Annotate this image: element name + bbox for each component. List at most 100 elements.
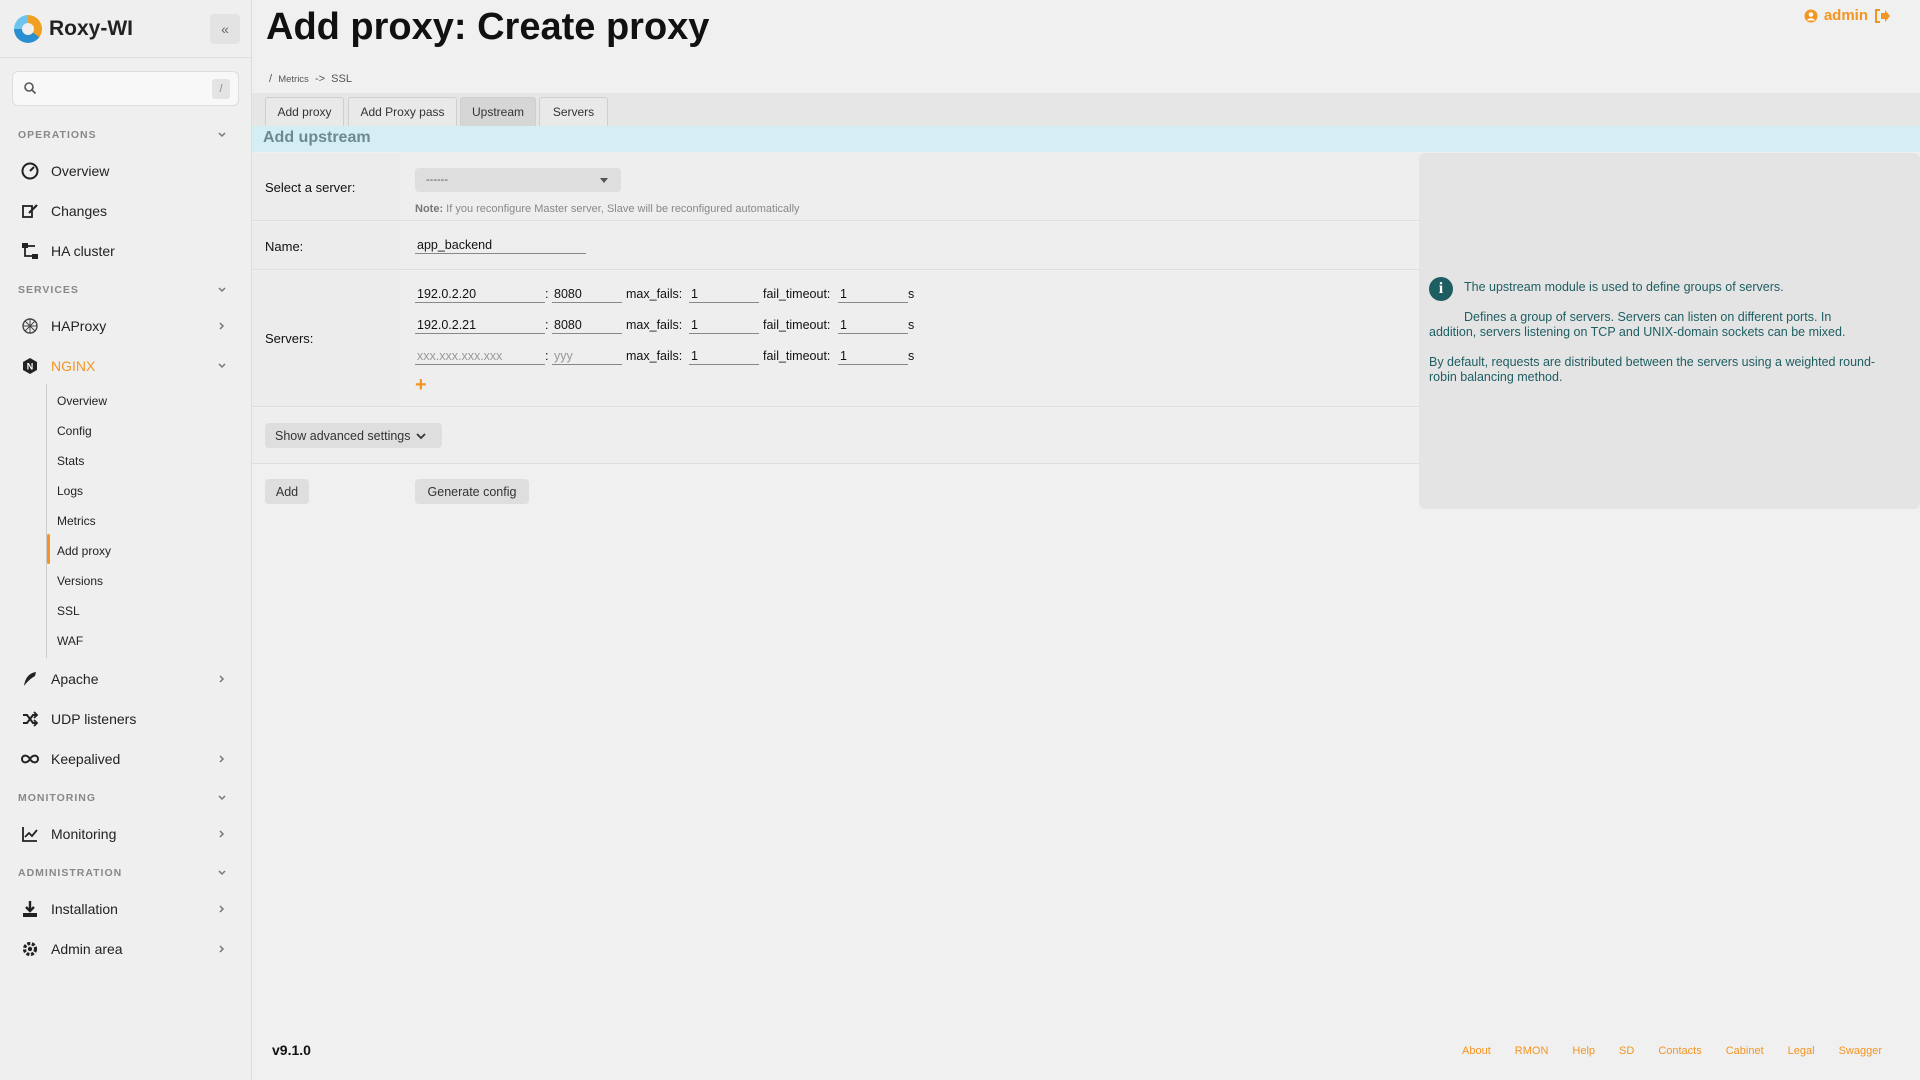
- sidebar-item-label: Apache: [51, 671, 99, 687]
- section-administration[interactable]: ADMINISTRATION: [18, 867, 122, 879]
- active-indicator: [47, 534, 50, 564]
- chevron-right-icon: [219, 830, 225, 838]
- search-icon: [24, 82, 37, 95]
- search-box: /: [12, 71, 239, 106]
- info-para1-b: addition, servers listening on TCP and U…: [1429, 325, 1846, 339]
- fail-timeout-input[interactable]: [838, 347, 908, 365]
- chevron-right-icon: [219, 755, 225, 763]
- reconfigure-note: Note: If you reconfigure Master server, …: [415, 203, 800, 215]
- fail-timeout-label: fail_timeout:: [763, 287, 831, 301]
- server-port-input[interactable]: [552, 285, 622, 303]
- caret-down-icon: [600, 178, 608, 183]
- sidebar-item-label: Admin area: [51, 941, 123, 957]
- footer-link-sd[interactable]: SD: [1619, 1045, 1634, 1057]
- section-monitoring[interactable]: MONITORING: [18, 792, 96, 804]
- search-shortcut-key: /: [212, 79, 230, 99]
- download-icon: [20, 899, 40, 919]
- footer-link-legal[interactable]: Legal: [1788, 1045, 1815, 1057]
- collapse-sidebar-button[interactable]: «: [210, 14, 240, 44]
- chevron-right-icon: [219, 945, 225, 953]
- chevron-down-icon[interactable]: [216, 284, 228, 296]
- show-advanced-settings-button[interactable]: Show advanced settings: [265, 423, 442, 448]
- sidebar-item-nginx[interactable]: N NGINX: [0, 349, 252, 383]
- sidebar-item-installation[interactable]: Installation: [0, 892, 252, 926]
- add-button[interactable]: Add: [265, 479, 309, 504]
- tab-add-proxy[interactable]: Add proxy: [265, 97, 344, 126]
- nginx-sub-overview[interactable]: Overview: [57, 394, 107, 408]
- info-line-1: The upstream module is used to define gr…: [1464, 280, 1784, 294]
- sidebar-item-haproxy[interactable]: HAProxy: [0, 309, 252, 343]
- sidebar-item-overview[interactable]: Overview: [0, 154, 252, 188]
- section-operations[interactable]: OPERATIONS: [18, 129, 97, 141]
- nginx-sub-versions[interactable]: Versions: [57, 574, 103, 588]
- sidebar-item-label: UDP listeners: [51, 711, 137, 727]
- upstream-name-input[interactable]: [415, 236, 586, 254]
- section-services[interactable]: SERVICES: [18, 284, 79, 296]
- sidebar-item-label: HAProxy: [51, 318, 107, 334]
- nginx-sub-ssl[interactable]: SSL: [57, 604, 80, 618]
- svg-text:N: N: [27, 362, 34, 372]
- chevron-right-icon: [219, 675, 225, 683]
- tab-add-proxy-pass[interactable]: Add Proxy pass: [348, 97, 457, 126]
- sidebar-item-apache[interactable]: Apache: [0, 662, 252, 696]
- server-port-input[interactable]: [552, 347, 622, 365]
- sidebar-item-changes[interactable]: Changes: [0, 194, 252, 228]
- breadcrumb-metrics[interactable]: Metrics: [278, 74, 309, 85]
- max-fails-input[interactable]: [689, 347, 759, 365]
- tab-upstream[interactable]: Upstream: [460, 97, 536, 126]
- sidebar-item-ha-cluster[interactable]: HA cluster: [0, 234, 252, 268]
- dashboard-icon: [20, 161, 40, 181]
- sidebar-item-label: NGINX: [51, 358, 96, 374]
- server-select[interactable]: ------: [415, 168, 621, 192]
- sidebar-item-monitoring[interactable]: Monitoring: [0, 817, 252, 851]
- info-para1-a: Defines a group of servers. Servers can …: [1464, 310, 1832, 324]
- add-server-plus-icon[interactable]: +: [415, 374, 427, 397]
- sidebar-item-admin-area[interactable]: Admin area: [0, 932, 252, 966]
- breadcrumb: / Metrics -> SSL: [269, 73, 352, 85]
- max-fails-input[interactable]: [689, 285, 759, 303]
- user-menu[interactable]: admin: [1804, 7, 1890, 24]
- infinity-icon: [20, 749, 40, 769]
- page-title: Add proxy: Create proxy: [266, 6, 710, 48]
- nginx-sub-add-proxy[interactable]: Add proxy: [57, 544, 111, 558]
- footer-link-swagger[interactable]: Swagger: [1839, 1045, 1882, 1057]
- footer-link-contacts[interactable]: Contacts: [1658, 1045, 1701, 1057]
- sidebar-item-keepalived[interactable]: Keepalived: [0, 742, 252, 776]
- sidebar-item-label: Changes: [51, 203, 108, 219]
- fail-timeout-input[interactable]: [838, 285, 908, 303]
- nginx-sub-metrics[interactable]: Metrics: [57, 514, 96, 528]
- form-title: Add upstream: [263, 129, 371, 146]
- sidebar-item-udp-listeners[interactable]: UDP listeners: [0, 702, 252, 736]
- submenu-rail: [46, 384, 47, 658]
- chevron-down-icon[interactable]: [216, 129, 228, 141]
- fail-timeout-input[interactable]: [838, 316, 908, 334]
- nginx-sub-config[interactable]: Config: [57, 424, 92, 438]
- note-text: If you reconfigure Master server, Slave …: [443, 203, 800, 215]
- server-ip-input[interactable]: [415, 285, 545, 303]
- chevron-down-icon[interactable]: [216, 792, 228, 804]
- generate-config-button[interactable]: Generate config: [415, 479, 529, 504]
- footer-link-about[interactable]: About: [1462, 1045, 1491, 1057]
- nginx-sub-waf[interactable]: WAF: [57, 634, 83, 648]
- sidebar: Roxy-WI « / OPERATIONS Overview Changes …: [0, 0, 252, 1080]
- chevron-down-icon[interactable]: [216, 867, 228, 879]
- footer-link-rmon[interactable]: RMON: [1515, 1045, 1549, 1057]
- chart-line-icon: [20, 824, 40, 844]
- feather-icon: [20, 669, 40, 689]
- chevron-down-icon: [415, 432, 426, 439]
- server-ip-input[interactable]: [415, 316, 545, 334]
- server-ip-input[interactable]: [415, 347, 545, 365]
- footer-link-cabinet[interactable]: Cabinet: [1726, 1045, 1764, 1057]
- search-input[interactable]: [45, 78, 205, 100]
- app-name: Roxy-WI: [49, 16, 133, 40]
- footer-link-help[interactable]: Help: [1572, 1045, 1595, 1057]
- tab-servers[interactable]: Servers: [539, 97, 608, 126]
- max-fails-input[interactable]: [689, 316, 759, 334]
- server-port-input[interactable]: [552, 316, 622, 334]
- seconds-unit: s: [908, 287, 915, 301]
- nginx-sub-stats[interactable]: Stats: [57, 454, 84, 468]
- breadcrumb-ssl[interactable]: SSL: [331, 73, 352, 85]
- nginx-sub-logs[interactable]: Logs: [57, 484, 83, 498]
- logout-icon[interactable]: [1874, 8, 1890, 23]
- chevron-right-icon: [219, 905, 225, 913]
